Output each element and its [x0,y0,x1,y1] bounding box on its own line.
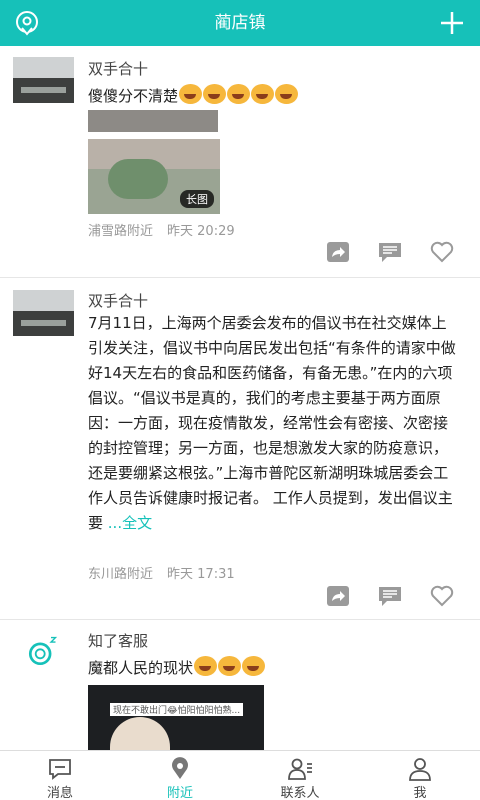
laugh-emoji-icon [203,84,227,104]
contacts-icon [288,758,312,780]
tab-me[interactable]: 我 [360,751,480,800]
post-text-content: 傻傻分不清楚 [88,87,179,105]
post-location: 东川路附近 [88,567,154,582]
tab-messages[interactable]: 消息 [0,751,120,800]
laugh-emoji-icon [242,656,266,676]
comment-icon[interactable] [378,585,402,607]
laugh-emoji-icon [179,84,203,104]
long-image-badge: 长图 [180,190,214,208]
post-text: 傻傻分不清楚 [88,84,458,109]
post-text: 7月11日，上海两个居委会发布的倡议书在社交媒体上引发关注，倡议书中向居民发出包… [88,311,458,536]
post-time: 昨天 20:29 [167,224,235,239]
add-icon[interactable] [440,11,464,35]
laugh-emoji-icon [251,84,275,104]
tab-label: 消息 [46,786,73,800]
post-author[interactable]: 知了客服 [88,630,148,651]
post-time: 昨天 17:31 [167,567,235,582]
tab-contacts[interactable]: 联系人 [240,751,360,800]
post-text-content: 7月11日，上海两个居委会发布的倡议书在社交媒体上引发关注，倡议书中向居民发出包… [88,314,456,532]
message-icon [49,759,71,780]
post[interactable]: 双手合十 傻傻分不清楚 长图 浦雪路附近 昨天 20:29 [0,46,480,278]
service-avatar-icon[interactable] [24,634,60,670]
comment-icon[interactable] [378,241,402,263]
post-meta: 浦雪路附近 昨天 20:29 [88,220,235,239]
post-image-caption: 现在不敢出门😂怕阳怕阳怕熟... [110,703,244,716]
tab-label: 我 [413,786,427,800]
avatar[interactable] [13,57,74,103]
laugh-emoji-icon [275,84,299,104]
post-meta: 东川路附近 昨天 17:31 [88,563,235,582]
like-heart-icon[interactable] [430,585,454,607]
read-more-link[interactable]: ...全文 [103,514,152,532]
post-author[interactable]: 双手合十 [88,290,148,311]
post-text-content: 魔都人民的现状 [88,659,194,677]
share-icon[interactable] [326,585,350,607]
post-actions [326,585,454,607]
tab-label: 联系人 [280,786,320,800]
post-image[interactable]: 现在不敢出门😂怕阳怕阳怕熟... [88,685,264,750]
post-actions [326,241,454,263]
top-bar: 蔺店镇 [0,0,480,46]
like-heart-icon[interactable] [430,241,454,263]
avatar[interactable] [13,290,74,336]
post-author[interactable]: 双手合十 [88,58,148,79]
bottom-tab-bar: 消息 附近 联系人 我 [0,750,480,800]
laugh-emoji-icon [218,656,242,676]
laugh-emoji-icon [227,84,251,104]
post[interactable]: 知了客服 魔都人民的现状 现在不敢出门😂怕阳怕阳怕熟... [0,620,480,750]
post-location: 浦雪路附近 [88,224,154,239]
laugh-emoji-icon [194,656,218,676]
share-icon[interactable] [326,241,350,263]
feed[interactable]: 双手合十 傻傻分不清楚 长图 浦雪路附近 昨天 20:29 双手合十 7月11日，… [0,46,480,750]
post-image-strip[interactable] [88,110,218,132]
location-icon [172,757,188,779]
post-text: 魔都人民的现状 [88,656,458,681]
page-title: 蔺店镇 [214,13,266,33]
post[interactable]: 双手合十 7月11日，上海两个居委会发布的倡议书在社交媒体上引发关注，倡议书中向… [0,278,480,620]
tab-nearby[interactable]: 附近 [120,751,240,800]
tab-label: 附近 [166,786,193,800]
profile-icon [409,758,431,781]
post-image[interactable]: 长图 [88,139,220,214]
